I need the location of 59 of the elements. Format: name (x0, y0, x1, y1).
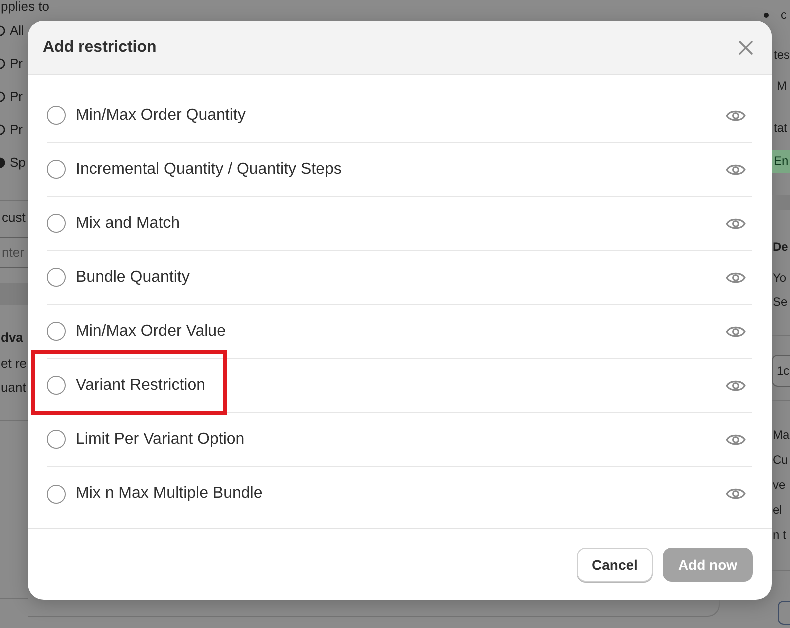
option-label[interactable]: Mix n Max Multiple Bundle (76, 485, 263, 503)
radio-button[interactable] (0, 90, 5, 102)
paragraph-text: n t (772, 527, 786, 544)
radio-button[interactable] (0, 58, 5, 70)
radio-button[interactable] (47, 268, 66, 287)
paragraph-text: Cu (772, 452, 788, 469)
option-label[interactable]: Incremental Quantity / Quantity Steps (76, 160, 342, 178)
radio-button[interactable] (0, 156, 5, 168)
radio-button[interactable] (47, 484, 66, 504)
paragraph-text: Ma (772, 427, 790, 444)
radio-label[interactable]: Sp (10, 154, 26, 170)
eye-icon[interactable] (726, 432, 746, 446)
option-label[interactable]: Mix and Match (76, 214, 180, 232)
radio-button[interactable] (0, 24, 5, 36)
list-item-text: c (781, 9, 787, 21)
paragraph-text: ve (772, 477, 786, 494)
option-label[interactable]: Min/Max Order Quantity (76, 106, 246, 124)
radio-button[interactable] (47, 376, 66, 395)
option-label[interactable]: Min/Max Order Value (76, 322, 226, 340)
eye-icon[interactable] (726, 487, 746, 501)
input-field[interactable]: 1c (772, 355, 790, 387)
paragraph-text: el (772, 502, 782, 519)
radio-button[interactable] (47, 322, 66, 341)
status-badge: En (772, 150, 790, 173)
eye-icon[interactable] (726, 162, 746, 176)
option-label[interactable]: Bundle Quantity (76, 268, 190, 286)
input-field[interactable]: nter (0, 237, 28, 268)
card-title: De (772, 239, 788, 255)
section-title: dva (0, 330, 24, 346)
eye-icon[interactable] (726, 378, 746, 392)
dialog-title: Add restriction (43, 38, 157, 56)
section-text: et re (0, 356, 28, 372)
radio-label[interactable]: Pr (10, 56, 23, 72)
field-label: cust (1, 210, 26, 226)
close-icon (739, 40, 753, 54)
dialog-button[interactable]: Cancel (577, 548, 653, 582)
card-text: Yo (772, 270, 787, 286)
radio-label[interactable]: Pr (10, 122, 23, 138)
field-label: tes (773, 47, 790, 63)
eye-icon[interactable] (726, 108, 746, 122)
section-text: uant (0, 380, 26, 396)
eye-icon[interactable] (726, 270, 746, 284)
bullet-icon (764, 12, 769, 18)
option-label[interactable]: Variant Restriction (76, 376, 206, 394)
radio-label[interactable]: All (10, 22, 24, 38)
radio-button[interactable] (47, 214, 66, 233)
eye-icon[interactable] (726, 324, 746, 338)
field-value: M (776, 78, 787, 94)
option-label[interactable]: Limit Per Variant Option (76, 430, 245, 448)
card-text: Se (772, 294, 788, 310)
radio-button[interactable] (47, 160, 66, 179)
radio-button[interactable] (47, 430, 66, 449)
radio-button[interactable] (47, 106, 66, 125)
radio-label[interactable]: Pr (10, 88, 23, 104)
radio-button[interactable] (0, 124, 5, 136)
section-heading: pplies to (0, 0, 50, 14)
field-label: tat (773, 120, 788, 136)
eye-icon[interactable] (726, 216, 746, 230)
cut-off-button[interactable] (778, 601, 790, 625)
